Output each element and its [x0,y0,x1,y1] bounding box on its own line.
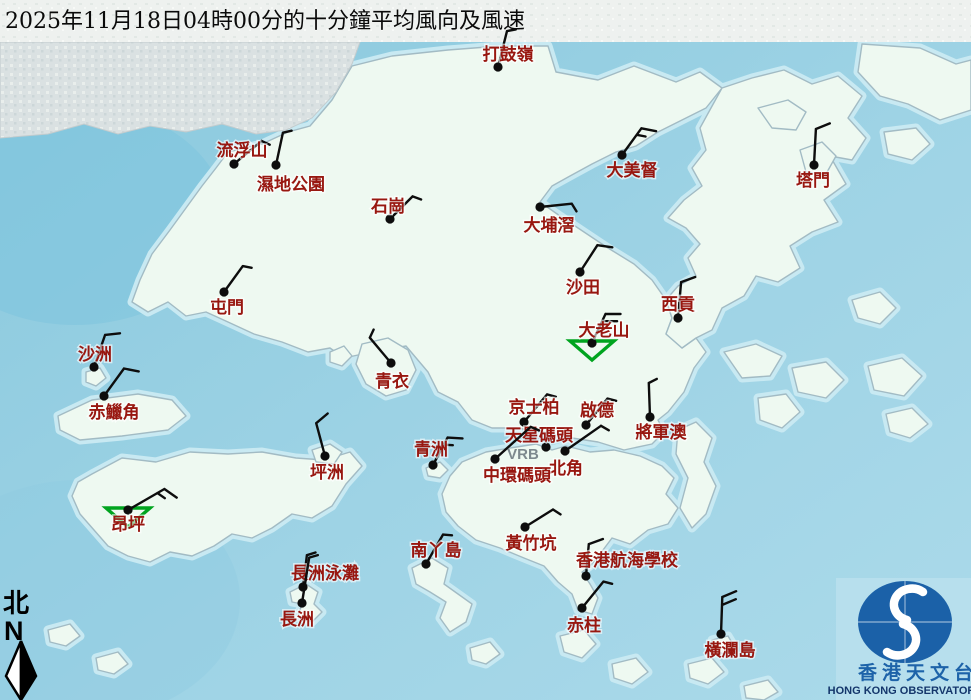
station-dot [520,522,529,531]
station-dot [716,629,725,638]
station-label: 長洲泳灘 [291,563,359,584]
station-dot [386,358,395,367]
station-label: 中環碼頭 [483,465,552,486]
station-label: 大老山 [579,320,630,341]
station-dot [123,505,132,514]
station-label: 赤鱲角 [89,402,140,423]
wind-map: 2025年11月18日04時00分的十分鐘平均風向及風速 打鼓嶺流浮山濕地公園大… [0,0,971,700]
station-dot [99,391,108,400]
station-label: 塔門 [796,170,830,191]
station-label: 坪洲 [310,463,344,483]
station-dot [320,451,329,460]
station-label: 大美督 [607,160,658,181]
station-label: 南丫島 [411,540,462,561]
station-dot [535,202,544,211]
station-label: 石崗 [370,197,405,217]
station-label: 打鼓嶺 [483,44,534,65]
station-dot [645,412,654,421]
station-dot [560,446,569,455]
station-label: 青洲 [414,439,448,460]
station-dot [428,460,437,469]
station-label: 屯門 [210,297,244,318]
vrb-label: VRB [507,446,539,463]
logo-name-en: HONG KONG OBSERVATORY [828,685,971,697]
station-dot [617,150,626,159]
hko-logo-icon [858,581,952,663]
station-label: 昂坪 [111,515,145,535]
station-label: 赤柱 [567,615,601,636]
station-dot [271,160,280,169]
station-label: 流浮山 [217,140,268,161]
station-label: 京士柏 [509,397,560,418]
station-dot [297,598,306,607]
station-label: 橫瀾島 [705,640,756,661]
station-dot [575,267,584,276]
station-label: 青衣 [375,371,409,392]
compass-north-cn: 北 [3,589,29,619]
logo-name-cn: 香港天文台 [857,661,971,684]
station-label: 大埔滘 [524,215,575,236]
station-label: 香港航海學校 [576,550,679,571]
station-label: 沙田 [566,278,600,298]
map-canvas: 2025年11月18日04時00分的十分鐘平均風向及風速 打鼓嶺流浮山濕地公園大… [0,0,971,700]
station-dot [581,571,590,580]
station-dot [219,287,228,296]
map-title: 2025年11月18日04時00分的十分鐘平均風向及風速 [5,9,525,34]
station-label: 北角 [549,458,583,479]
station-dot [809,160,818,169]
station-label: 啟德 [580,400,614,421]
station-label: 沙洲 [78,345,112,365]
station-label: 西貢 [661,295,695,315]
station-label: 長洲 [280,610,314,630]
station-label: 濕地公園 [257,174,325,195]
station-dot [581,420,590,429]
station-label: 黃竹坑 [505,533,557,554]
station-label: 天星碼頭 [505,426,574,446]
hko-logo: 香港天文台 HONG KONG OBSERVATORY [828,578,971,700]
station-label: 將軍澳 [636,422,688,443]
station-dot [577,603,586,612]
station-dot [490,454,499,463]
